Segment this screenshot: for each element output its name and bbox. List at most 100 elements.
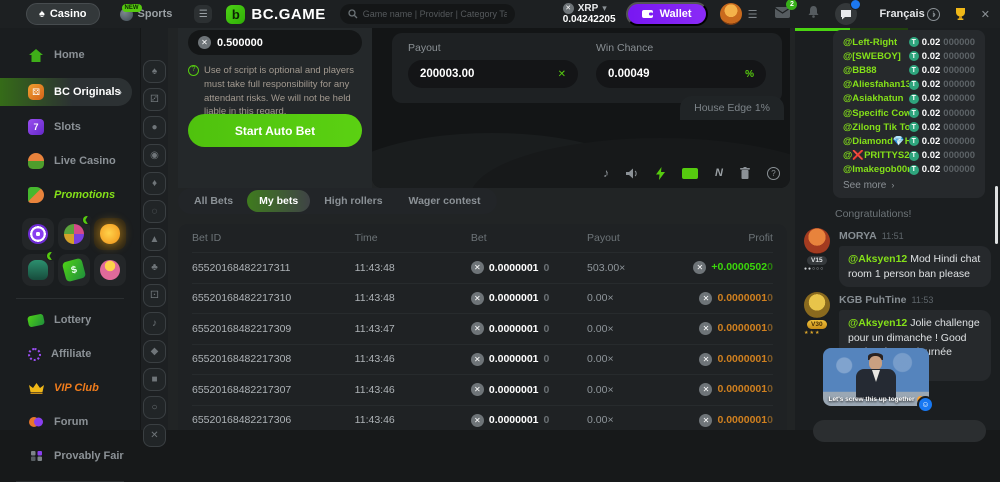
game-shortcut-icon[interactable]: ◌ [143, 200, 166, 223]
chat-message-bubble[interactable]: @Aksyen12 Mod Hindi chat room 1 person b… [839, 246, 991, 287]
table-row[interactable]: 65520168482217308 11:43:46 ✕0.00000010 0… [192, 344, 773, 375]
menu-button[interactable]: ☰ [194, 5, 212, 23]
sidebar-item-affiliate[interactable]: Affiliate [0, 341, 140, 367]
table-row[interactable]: 65520168482217307 11:43:46 ✕0.00000010 0… [192, 374, 773, 405]
game-shortcut-icon[interactable]: ⚂ [143, 88, 166, 111]
rain-amount-zeros: 000000 [943, 65, 975, 76]
mention-link[interactable]: @Aksyen12 [848, 317, 907, 329]
mention-link[interactable]: @Aksyen12 [848, 253, 907, 265]
rain-list-item[interactable]: @Diamond💎Hu...T0.02000000 [843, 134, 975, 148]
table-row[interactable]: 65520168482217310 11:43:48 ✕0.00000010 0… [192, 283, 773, 314]
spade-icon: ♠ [39, 8, 45, 20]
game-shortcut-icon[interactable]: ■ [143, 368, 166, 391]
rain-list-item[interactable]: @Aliesfahan1363T0.02000000 [843, 78, 975, 92]
sidebar-item-promotions[interactable]: Promotions [0, 182, 140, 208]
close-panel-icon[interactable]: ✕ [981, 8, 990, 21]
game-shortcut-icon[interactable]: ◆ [143, 340, 166, 363]
tab-my-bets[interactable]: My bets [247, 190, 310, 212]
table-row[interactable]: 65520168482217306 11:43:46 ✕0.00000010 0… [192, 405, 773, 436]
game-shortcut-icon[interactable]: ♪ [143, 312, 166, 335]
promotions-icon [28, 187, 44, 203]
gif-person [869, 356, 882, 370]
promo-tile-referral[interactable] [94, 254, 126, 286]
chat-bubble-icon [840, 9, 852, 20]
promo-tile-spin[interactable] [22, 218, 54, 250]
account-list-icon[interactable]: ☰ [748, 8, 758, 21]
game-shortcut-icon[interactable]: ♦ [143, 172, 166, 195]
table-row[interactable]: 65520168482217311 11:43:48 ✕0.00000010 5… [192, 252, 773, 283]
game-shortcut-icon[interactable]: ✕ [143, 424, 166, 447]
bet-profit-dim: 0 [767, 261, 773, 274]
game-search[interactable] [340, 4, 515, 24]
turbo-bolt-icon[interactable] [656, 167, 665, 180]
payout-input[interactable]: 200003.00 ✕ [408, 60, 578, 88]
hotkeys-keyboard-icon[interactable] [682, 168, 698, 179]
promo-tile-deals[interactable]: $ [58, 254, 90, 286]
rain-list-item[interactable]: @❌PRITTYS233❌T0.02000000 [843, 149, 975, 163]
info-button[interactable]: i [927, 8, 940, 21]
sidebar-item-provably-fair[interactable]: Provably Fair [0, 443, 140, 469]
help-icon: ? [188, 65, 199, 76]
avatar[interactable] [804, 292, 830, 318]
user-avatar[interactable] [720, 3, 742, 25]
add-reaction-button[interactable]: ☺ [917, 396, 934, 413]
sidebar-item-lottery[interactable]: Lottery [0, 307, 140, 333]
game-shortcut-icon[interactable]: ▲ [143, 228, 166, 251]
rain-list-item[interactable]: @Left-RightT0.02000000 [843, 35, 975, 49]
tab-wager-contest[interactable]: Wager contest [397, 190, 493, 212]
game-shortcut-icon[interactable]: ⚀ [143, 284, 166, 307]
promo-tile-wheel[interactable] [58, 218, 90, 250]
rain-list-item[interactable]: @AsiakhatunT0.02000000 [843, 92, 975, 106]
wallet-button[interactable]: Wallet [626, 2, 708, 26]
brand[interactable]: b BC.GAME [226, 5, 325, 24]
sidebar-item-slots[interactable]: 7 Slots [0, 114, 140, 140]
chat-toggle-button[interactable] [835, 3, 857, 25]
sidebar-item-label: Slots [54, 121, 81, 133]
chat-input[interactable] [813, 420, 986, 442]
sidebar-item-bc-originals[interactable]: ⚄ BC Originals › [0, 78, 132, 106]
inbox-button[interactable]: 2 [775, 5, 790, 23]
notifications-button[interactable] [808, 5, 819, 23]
game-shortcut-icon[interactable]: ♠ [143, 60, 166, 83]
rain-username: @Specific Cowden [843, 108, 909, 119]
game-shortcut-icon[interactable]: ○ [143, 396, 166, 419]
sidebar-item-home[interactable]: Home [0, 42, 140, 68]
rain-list-item[interactable]: @Specific CowdenT0.02000000 [843, 106, 975, 120]
help-circle-icon[interactable]: ? [767, 167, 780, 180]
game-shortcut-icon[interactable]: ● [143, 116, 166, 139]
sports-toggle[interactable]: NEW Sports [108, 3, 185, 25]
win-chance-input[interactable]: 0.00049 % [596, 60, 766, 88]
bet-profit-dim: 0 [767, 322, 773, 335]
rain-list-item[interactable]: @Imakegob00m...T0.02000000 [843, 163, 975, 177]
sidebar-item-vip-club[interactable]: VIP Club [0, 375, 140, 401]
rain-list-item[interactable]: @Zilong Tik TokT0.02000000 [843, 120, 975, 134]
bet-amount-input[interactable]: ✕ 0.500000 [188, 30, 362, 55]
sound-icon[interactable] [626, 168, 639, 179]
balance-selector[interactable]: ✕ XRP ▾ 0.04242205 [563, 3, 616, 25]
person-coin-icon [100, 260, 120, 280]
see-more-link[interactable]: See more› [843, 180, 975, 191]
search-input[interactable] [363, 9, 507, 19]
trophy-icon[interactable] [954, 8, 967, 20]
casino-toggle[interactable]: ♠ Casino [26, 3, 100, 25]
rain-list-item[interactable]: @BB88T0.02000000 [843, 63, 975, 77]
tab-high-rollers[interactable]: High rollers [312, 190, 394, 212]
chat-gif-attachment[interactable]: Let's screw this up together [823, 348, 929, 406]
start-auto-bet-button[interactable]: Start Auto Bet [188, 114, 362, 147]
game-shortcut-icon[interactable]: ◉ [143, 144, 166, 167]
live-stats-icon[interactable]: N [715, 167, 723, 179]
rain-list-item[interactable]: @[SWEBOY]T0.02000000 [843, 49, 975, 63]
moon-badge-icon [46, 251, 56, 261]
chat-scrollbar[interactable] [995, 186, 998, 244]
game-shortcut-icon[interactable]: ♣ [143, 256, 166, 279]
sidebar-item-label: Affiliate [51, 348, 91, 360]
avatar[interactable] [804, 228, 830, 254]
sidebar-item-forum[interactable]: Forum [0, 409, 140, 435]
promo-tile-piggy[interactable] [94, 218, 126, 250]
table-row[interactable]: 65520168482217309 11:43:47 ✕0.00000010 0… [192, 313, 773, 344]
tab-all-bets[interactable]: All Bets [182, 190, 245, 212]
sidebar-item-live-casino[interactable]: Live Casino [0, 148, 140, 174]
trash-icon[interactable] [740, 167, 750, 179]
promo-tile-mystery[interactable] [22, 254, 54, 286]
music-icon[interactable]: ♪ [603, 166, 609, 180]
